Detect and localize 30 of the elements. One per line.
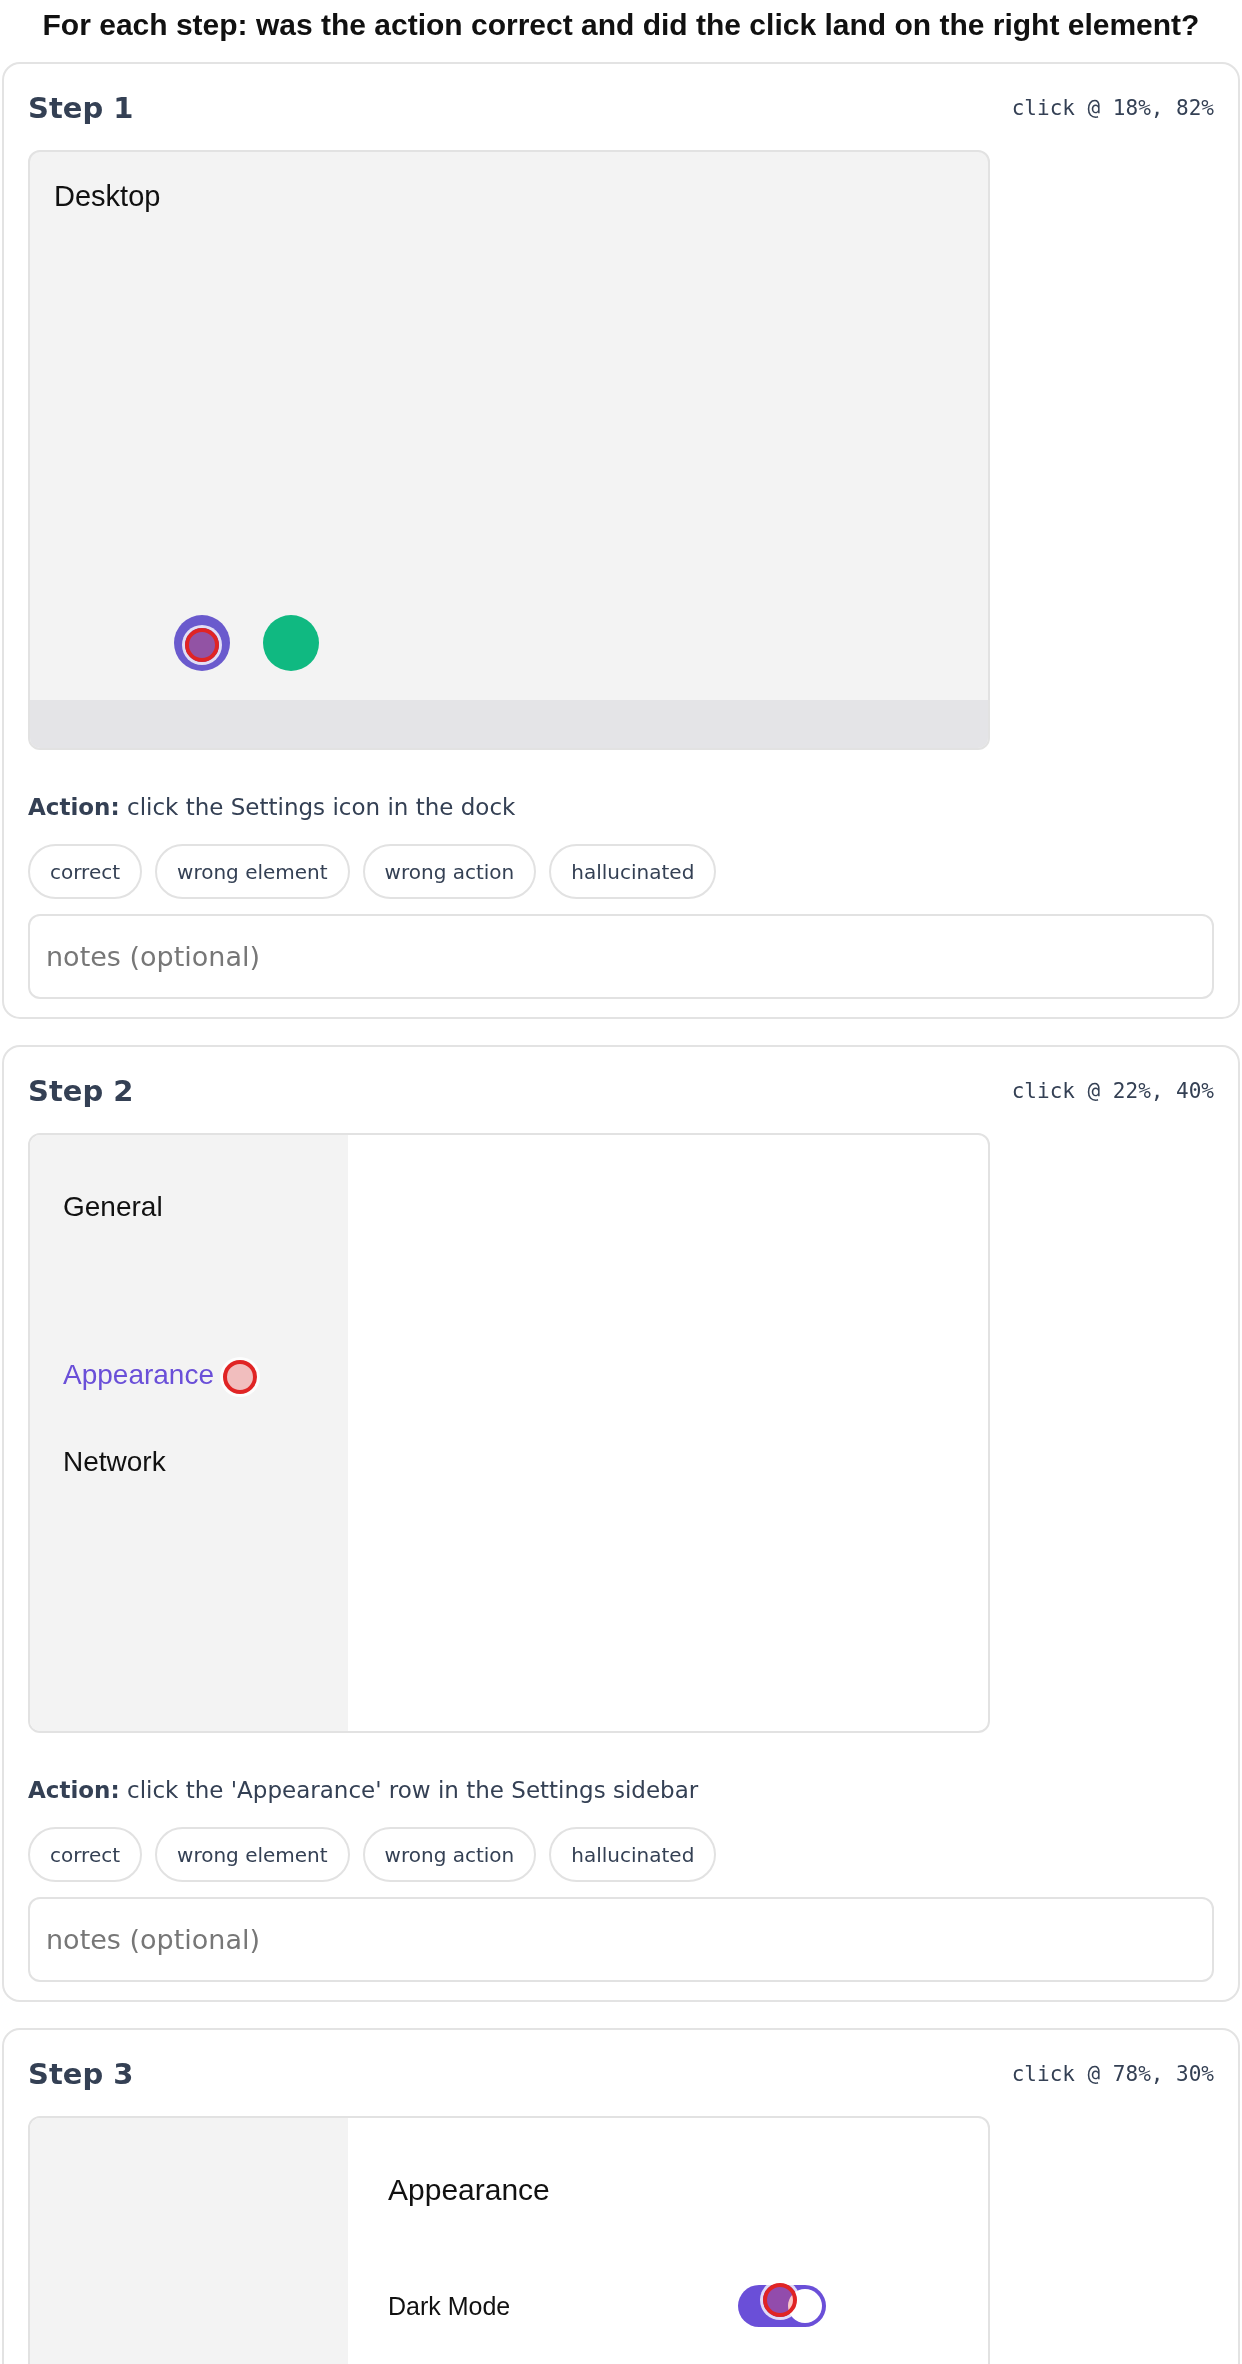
- click-coordinates: click @ 18%, 82%: [1011, 96, 1214, 120]
- verdict-chip[interactable]: wrong element: [155, 844, 350, 899]
- sidebar-item[interactable]: Appearance: [30, 1355, 348, 1395]
- verdict-chip[interactable]: hallucinated: [549, 844, 717, 899]
- click-coordinates: click @ 78%, 30%: [1011, 2062, 1214, 2086]
- verdict-chip[interactable]: wrong element: [155, 1827, 350, 1882]
- toggle-switch[interactable]: [738, 2285, 826, 2327]
- notes-field[interactable]: notes (optional): [28, 1897, 1214, 1982]
- action-description: Action: click the 'Appearance' row in the Settings sidebar: [28, 1776, 700, 1805]
- verdict-chip[interactable]: wrong action: [362, 1827, 537, 1882]
- setting-label: Dark Mode: [388, 2291, 512, 2321]
- click-marker: [223, 1360, 257, 1394]
- step-title: Step 2: [28, 1074, 134, 1108]
- verdict-chip[interactable]: correct: [28, 1827, 143, 1882]
- verdict-chip[interactable]: correct: [28, 844, 143, 899]
- desktop-label: Desktop: [53, 179, 162, 213]
- step-title: Step 3: [28, 2057, 134, 2091]
- notes-field[interactable]: notes (optional): [28, 914, 1214, 999]
- app-icon[interactable]: [174, 615, 230, 671]
- click-marker: [763, 2283, 797, 2317]
- verdict-chip[interactable]: hallucinated: [549, 1827, 717, 1882]
- sidebar-item[interactable]: Network: [30, 1442, 348, 1482]
- step-title: Step 1: [28, 91, 134, 125]
- page-title: For each step: was the action correct and did the click land on the right element?: [41, 7, 1201, 43]
- sidebar-item[interactable]: General: [30, 1187, 348, 1227]
- action-description: Action: click the Settings icon in the dock: [28, 793, 517, 822]
- panel-heading: Appearance: [388, 2172, 551, 2208]
- click-marker: [185, 628, 219, 662]
- click-coordinates: click @ 22%, 40%: [1011, 1079, 1214, 1103]
- verdict-chip[interactable]: wrong action: [362, 844, 537, 899]
